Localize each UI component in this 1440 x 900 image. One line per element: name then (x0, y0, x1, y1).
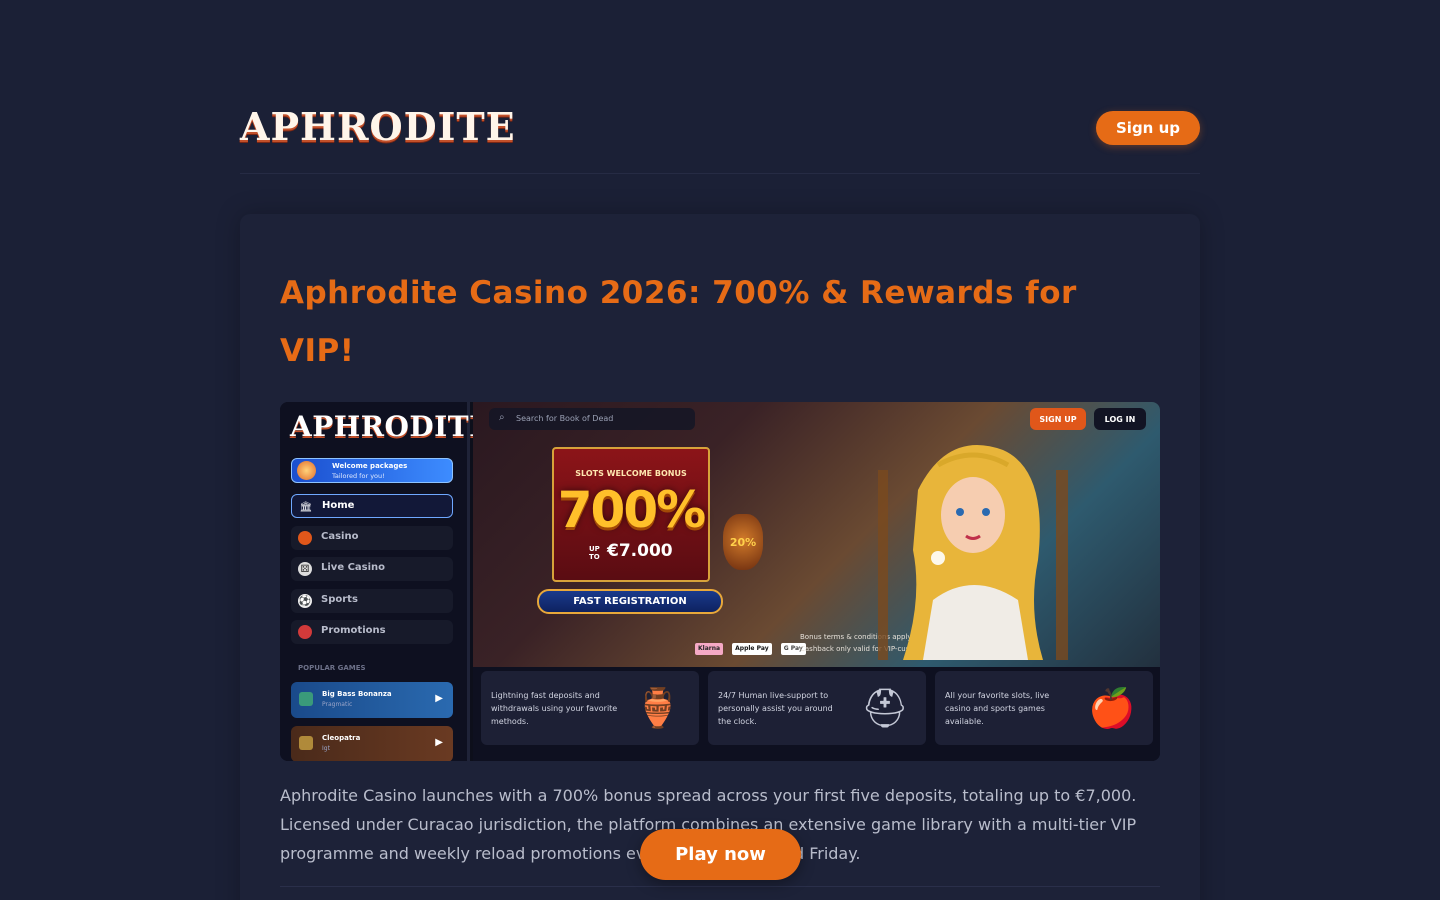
game-provider: Pragmatic (322, 701, 353, 708)
klarna-icon: Klarna (695, 643, 724, 655)
game-provider: Igt (322, 745, 330, 752)
section-divider (280, 886, 1160, 887)
sidebar-item-label: Home (322, 500, 355, 511)
article-card: Aphrodite Casino 2026: 700% & Rewards fo… (240, 214, 1200, 900)
sidebar-item-sports: ⚽ Sports (291, 589, 453, 613)
sidebar-item-promotions: Promotions (291, 620, 453, 644)
cashback-vase-icon: 20% (723, 514, 763, 570)
up-to-label: UP TO (589, 545, 600, 561)
apple-pay-icon: Apple Pay (732, 643, 772, 655)
play-icon: ▶ (435, 737, 443, 748)
chip-icon (298, 531, 312, 545)
search-icon: ⌕ (499, 412, 505, 423)
bonus-banner: SLOTS WELCOME BONUS 700% UP TO €7.000 (552, 447, 710, 582)
popular-games-label: POPULAR GAMES (298, 664, 366, 672)
casino-screenshot: APHRODITE Welcome packages Tailored for … (280, 402, 1160, 761)
bonus-title: SLOTS WELCOME BONUS (575, 469, 687, 478)
payment-methods: Klarna Apple Pay G Pay (695, 635, 810, 655)
play-now-button[interactable]: Play now (640, 829, 801, 880)
fruit-basket-icon: 🍎 (1088, 685, 1136, 730)
welcome-subtitle: Tailored for you! (332, 472, 385, 480)
screenshot-search: ⌕ Search for Book of Dead (489, 408, 695, 430)
search-placeholder: Search for Book of Dead (516, 414, 614, 423)
bonus-percent: 700% (557, 481, 706, 539)
gold-vase-icon: 🏺 (634, 685, 682, 730)
game-title: Cleopatra (322, 734, 361, 742)
helmet-icon: ⛑ (860, 685, 910, 730)
feature-card-deposits: Lightning fast deposits and withdrawals … (481, 671, 699, 745)
feature-text: 24/7 Human live-support to personally as… (718, 691, 833, 726)
sidebar-item-label: Promotions (321, 625, 386, 636)
dice-icon: ⚄ (298, 562, 312, 576)
watermelon-icon (298, 625, 312, 639)
site-logo[interactable]: APHRODITE (240, 104, 516, 149)
goddess-illustration (878, 445, 1068, 660)
feature-text: Lightning fast deposits and withdrawals … (491, 691, 618, 726)
page-title: Aphrodite Casino 2026: 700% & Rewards fo… (280, 275, 1077, 369)
feature-card-support: 24/7 Human live-support to personally as… (708, 671, 926, 745)
gem-icon (297, 461, 316, 480)
fast-registration-button: FAST REGISTRATION (537, 589, 723, 614)
sidebar-item-label: Live Casino (321, 562, 386, 573)
screenshot-login-button: LOG IN (1094, 408, 1146, 430)
football-icon: ⚽ (298, 594, 312, 608)
screenshot-logo: APHRODITE (290, 410, 491, 443)
play-icon: ▶ (435, 693, 443, 704)
screenshot-sidebar: APHRODITE Welcome packages Tailored for … (280, 402, 490, 761)
feature-text: All your favorite slots, live casino and… (945, 691, 1050, 726)
game-item-big-bass: Big Bass Bonanza Pragmatic ▶ (291, 682, 453, 718)
game-title: Big Bass Bonanza (322, 690, 392, 698)
sidebar-item-casino: Casino (291, 526, 453, 550)
game-thumbnail (299, 692, 313, 706)
game-thumbnail (299, 736, 313, 750)
temple-icon: 🏛 (299, 501, 313, 513)
welcome-title: Welcome packages (332, 462, 408, 470)
sidebar-item-home: 🏛 Home (291, 494, 453, 518)
screenshot-hero: ⌕ Search for Book of Dead SIGN UP LOG IN… (473, 402, 1160, 667)
sidebar-item-live-casino: ⚄ Live Casino (291, 557, 453, 581)
site-header: APHRODITE Sign up (240, 96, 1200, 174)
bonus-amount: €7.000 (607, 541, 673, 561)
sidebar-item-label: Casino (321, 531, 359, 542)
game-item-cleopatra: Cleopatra Igt ▶ (291, 726, 453, 761)
sidebar-item-label: Sports (321, 594, 358, 605)
features-row: Lightning fast deposits and withdrawals … (473, 667, 1160, 761)
screenshot-signup-button: SIGN UP (1030, 408, 1086, 430)
feature-card-games: All your favorite slots, live casino and… (935, 671, 1153, 745)
welcome-packages-banner: Welcome packages Tailored for you! (291, 458, 453, 483)
signup-button[interactable]: Sign up (1096, 111, 1200, 145)
